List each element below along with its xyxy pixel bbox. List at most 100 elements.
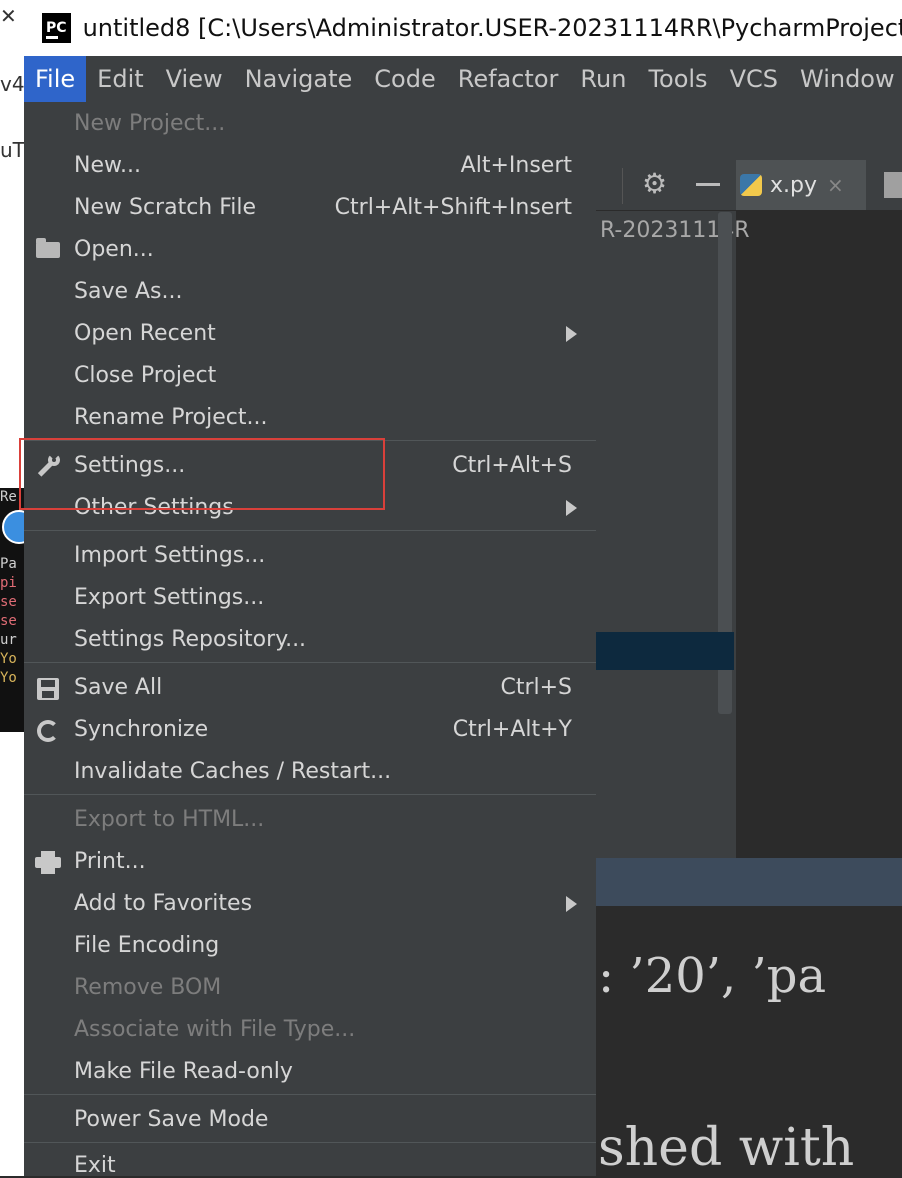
menu-item-remove-bom[interactable]: Remove BOM [24,967,596,1009]
left-frag-2: uT [0,138,24,162]
menu-item-close-project[interactable]: Close Project [24,355,596,397]
menu-item-synchronize[interactable]: Synchronize Ctrl+Alt+Y [24,709,596,751]
menu-item-open-recent[interactable]: Open Recent [24,313,596,355]
menu-separator [24,794,596,795]
editor-tab-label: x.py [770,172,817,198]
menu-item-file-encoding[interactable]: File Encoding [24,925,596,967]
run-panel-header [596,858,902,906]
minimize-panel-icon[interactable] [696,183,720,186]
menu-item-label: Print... [74,849,146,874]
save-all-icon [34,675,62,701]
menu-item-shortcut: Ctrl+S [500,675,572,700]
close-tab-icon[interactable]: × [827,173,844,197]
gear-icon[interactable]: ⚙ [642,170,670,198]
background-window-strip: ✕ v4 uT Re Pa pi se se ur Yo Yo [0,0,24,1176]
menu-item-label: Make File Read-only [74,1059,293,1084]
left-term-line: Yo [0,651,17,667]
menu-item-add-to-favorites[interactable]: Add to Favorites [24,883,596,925]
main-menubar: File Edit View Navigate Code Refactor Ru… [24,56,902,102]
menu-item-new[interactable]: New... Alt+Insert [24,145,596,187]
menu-file[interactable]: File [24,56,87,102]
menu-item-label: Export Settings... [74,585,265,610]
menu-separator [24,662,596,663]
console-output-line: : ’20’, ’pa [598,948,827,1004]
project-selected-row[interactable] [596,632,734,670]
left-frag-1: v4 [0,72,24,96]
file-tab-icon[interactable] [884,172,902,198]
left-term-line: Yo [0,670,17,686]
menu-separator [24,1142,596,1143]
submenu-arrow-icon [566,896,577,912]
left-term-line: pi [0,575,17,591]
menu-item-settings-repository[interactable]: Settings Repository... [24,619,596,661]
menu-item-invalidate-caches[interactable]: Invalidate Caches / Restart... [24,751,596,793]
menu-item-label: Export to HTML... [74,807,265,832]
menu-window[interactable]: Window [789,56,902,102]
menu-refactor[interactable]: Refactor [447,56,570,102]
left-term-line: ur [0,632,17,648]
menu-navigate[interactable]: Navigate [234,56,364,102]
menu-item-new-scratch-file[interactable]: New Scratch File Ctrl+Alt+Shift+Insert [24,187,596,229]
toolbar-separator [622,168,623,204]
menu-item-shortcut: Ctrl+Alt+Y [452,717,572,742]
left-term-line: se [0,594,17,610]
menu-item-label: Invalidate Caches / Restart... [74,759,392,784]
menu-item-label: File Encoding [74,933,220,958]
menu-item-label: Settings Repository... [74,627,307,652]
menu-item-open[interactable]: Open... [24,229,596,271]
menu-item-export-to-html[interactable]: Export to HTML... [24,799,596,841]
menu-run[interactable]: Run [569,56,637,102]
submenu-arrow-icon [566,326,577,342]
menu-item-power-save-mode[interactable]: Power Save Mode [24,1099,596,1141]
menu-item-make-read-only[interactable]: Make File Read-only [24,1051,596,1093]
menu-item-print[interactable]: Print... [24,841,596,883]
menu-code[interactable]: Code [363,56,446,102]
menu-item-exit[interactable]: Exit [24,1145,596,1176]
menu-item-shortcut: Ctrl+Alt+Shift+Insert [334,195,572,220]
submenu-arrow-icon [566,500,577,516]
menu-separator [24,1094,596,1095]
menu-item-label: Remove BOM [74,975,222,1000]
menu-item-rename-project[interactable]: Rename Project... [24,397,596,439]
menu-item-label: Save All [74,675,163,700]
menu-item-label: Synchronize [74,717,209,742]
menu-separator [24,530,596,531]
menu-item-export-settings[interactable]: Export Settings... [24,577,596,619]
open-folder-icon [34,237,62,263]
menu-item-label: Power Save Mode [74,1107,269,1132]
toolbar-strip [596,102,902,160]
left-term-line: Pa [0,556,17,572]
window-titlebar: PC untitled8 [C:\Users\Administrator.USE… [24,0,902,56]
menu-tools[interactable]: Tools [637,56,718,102]
editor-tab-xpy[interactable]: x.py × [736,160,866,210]
menu-item-save-as[interactable]: Save As... [24,271,596,313]
menu-item-label: New Project... [74,111,226,136]
settings-highlight-box [19,438,385,510]
menu-item-save-all[interactable]: Save All Ctrl+S [24,667,596,709]
menu-item-shortcut: Ctrl+Alt+S [452,453,572,478]
menu-item-shortcut: Alt+Insert [460,153,572,178]
menu-item-label: Import Settings... [74,543,266,568]
menu-item-label: Add to Favorites [74,891,253,916]
sync-icon [34,717,62,743]
print-icon [34,849,62,875]
menu-view[interactable]: View [155,56,234,102]
menu-item-label: Save As... [74,279,183,304]
menu-edit[interactable]: Edit [86,56,154,102]
left-frag-close: ✕ [0,4,17,28]
pycharm-logo-icon: PC [42,13,71,43]
menu-vcs[interactable]: VCS [719,56,789,102]
menu-item-associate-file-type[interactable]: Associate with File Type... [24,1009,596,1051]
menu-item-label: Close Project [74,363,217,388]
file-menu-dropdown: New Project... New... Alt+Insert New Scr… [24,102,596,1176]
menu-item-import-settings[interactable]: Import Settings... [24,535,596,577]
menu-item-label: Open... [74,237,154,262]
window-title: untitled8 [C:\Users\Administrator.USER-2… [82,14,902,42]
menu-item-label: Rename Project... [74,405,268,430]
left-term-line: se [0,613,17,629]
menu-item-new-project[interactable]: New Project... [24,103,596,145]
menu-item-label: New Scratch File [74,195,257,220]
menu-item-label: Associate with File Type... [74,1017,356,1042]
menu-item-label: Open Recent [74,321,216,346]
project-panel [596,160,736,860]
